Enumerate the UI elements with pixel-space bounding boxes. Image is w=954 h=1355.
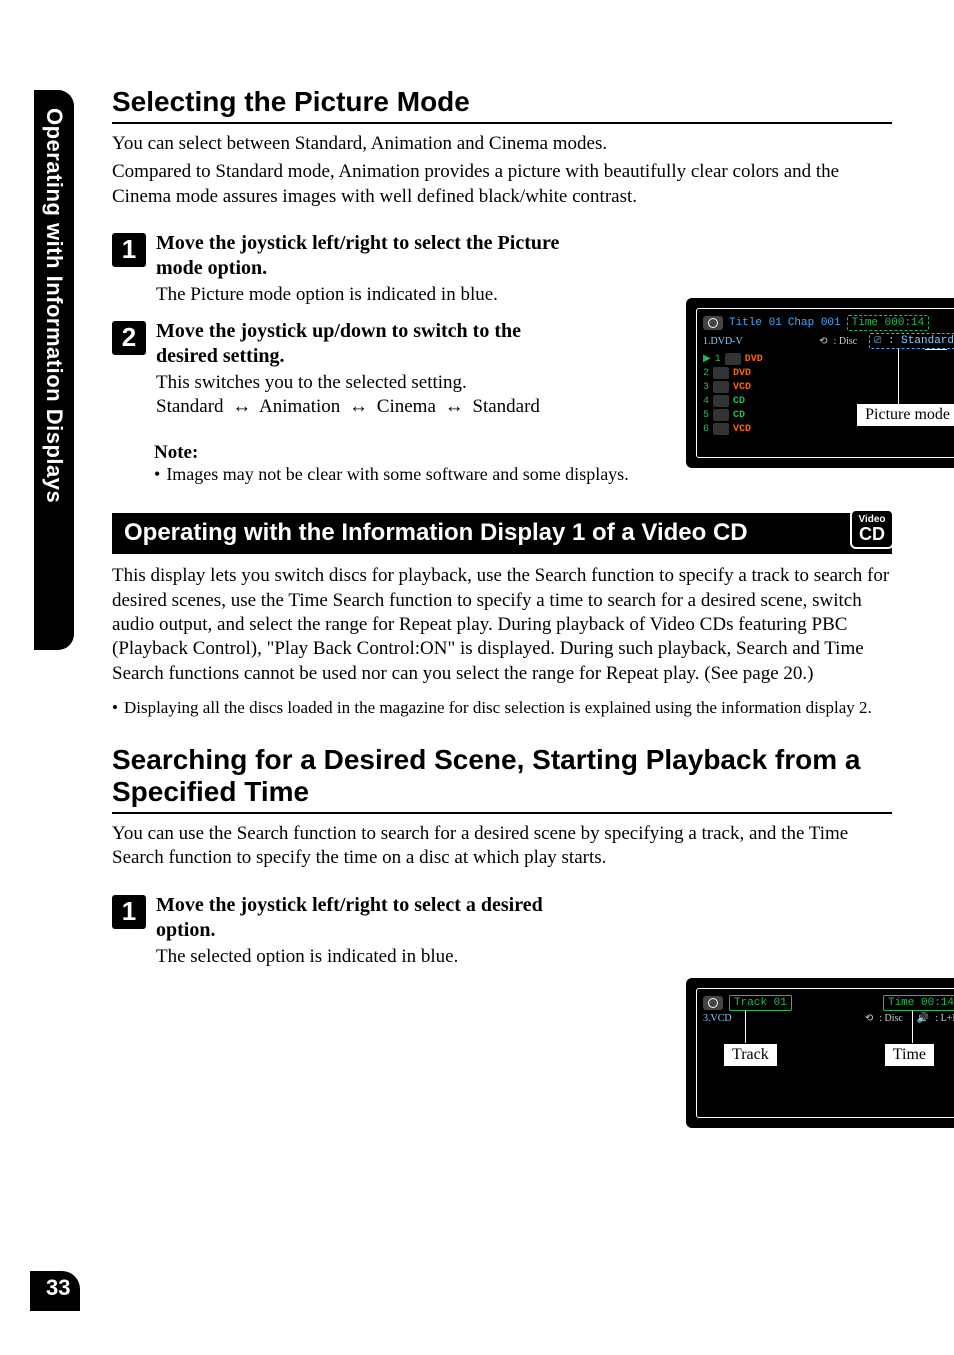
- step-1: 1 Move the joystick left/right to select…: [112, 231, 572, 307]
- fig2-track: Track 01: [729, 995, 792, 1011]
- disc-mini-icon: [713, 423, 729, 435]
- figure-picture-mode-screen: Title 01 Chap 001 Time 000:14 1.DVD-V ⟲ …: [686, 298, 954, 488]
- badge-line-2: CD: [859, 525, 885, 543]
- disc-mini-icon: [713, 409, 729, 421]
- step-1-number: 1: [112, 233, 146, 267]
- step-2-number: 2: [112, 321, 146, 355]
- cycle-cinema: Cinema: [377, 396, 436, 417]
- fig1-repeat: : Disc: [834, 336, 858, 347]
- disc-mini-icon: [725, 353, 741, 365]
- callout-line: [912, 1011, 913, 1045]
- arrow-icon: ↔: [345, 396, 372, 418]
- fig1-time: Time 000:14: [847, 315, 930, 331]
- fig2-audio: : L+R: [935, 1013, 954, 1024]
- intro-line-1: You can select between Standard, Animati…: [112, 132, 892, 156]
- step-b1-number: 1: [112, 895, 146, 929]
- section-bar-vcd: Operating with the Information Display 1…: [112, 513, 892, 554]
- fig1-mode: ⎚ : Standard: [869, 333, 954, 349]
- fig1-chap: Chap 001: [788, 317, 841, 329]
- step-2-cycle: Standard ↔ Animation ↔ Cinema ↔ Standard: [156, 396, 572, 418]
- repeat-icon: ⟲: [819, 336, 827, 347]
- fig2-time: Time 00:14: [883, 995, 954, 1011]
- heading-search: Searching for a Desired Scene, Starting …: [112, 744, 892, 814]
- callout-line: [898, 349, 899, 405]
- search-paragraph: You can use the Search function to searc…: [112, 822, 892, 871]
- fig2-repeat: : Disc: [879, 1013, 903, 1024]
- page-number: 33: [30, 1271, 80, 1311]
- heading-picture-mode: Selecting the Picture Mode: [112, 86, 892, 124]
- callout-line: [925, 349, 947, 350]
- step-b1-title: Move the joystick left/right to select a…: [156, 893, 572, 943]
- vcd-paragraph: This display lets you switch discs for p…: [112, 564, 892, 686]
- disc-mini-icon: [713, 395, 729, 407]
- figure-vcd-screen: Track 01 Time 00:14 3.VCD ⟲ : Disc 🔊 : L…: [686, 978, 954, 1158]
- disc-mini-icon: [713, 367, 729, 379]
- disc-icon: [703, 996, 723, 1010]
- step-2-title: Move the joystick up/down to switch to t…: [156, 319, 572, 369]
- callout-line: [745, 1011, 746, 1045]
- step-2: 2 Move the joystick up/down to switch to…: [112, 319, 572, 419]
- fig1-callout: Picture mode: [856, 403, 954, 427]
- audio-icon: 🔊: [917, 1013, 929, 1024]
- fig2-disc: 3.VCD: [703, 1013, 732, 1024]
- repeat-icon: ⟲: [865, 1013, 873, 1024]
- step-2-text: This switches you to the selected settin…: [156, 371, 572, 395]
- step-1-text: The Picture mode option is indicated in …: [156, 283, 572, 307]
- fig1-title: Title 01: [729, 317, 782, 329]
- disc-icon: [703, 316, 723, 330]
- step-b1-text: The selected option is indicated in blue…: [156, 945, 572, 969]
- arrow-icon: ↔: [441, 396, 468, 418]
- fig1-disc: 1.DVD-V: [703, 336, 743, 347]
- step-1-title: Move the joystick left/right to select t…: [156, 231, 572, 281]
- fig2-callout-time: Time: [884, 1043, 935, 1067]
- step-b1: 1 Move the joystick left/right to select…: [112, 893, 572, 969]
- arrow-icon: ↔: [228, 396, 255, 418]
- fig2-callout-track: Track: [723, 1043, 778, 1067]
- vcd-sub-bullet: Displaying all the discs loaded in the m…: [112, 698, 892, 718]
- intro-line-2: Compared to Standard mode, Animation pro…: [112, 160, 892, 209]
- play-icon: ▶: [703, 353, 711, 365]
- cycle-standard-1: Standard: [156, 396, 224, 417]
- disc-mini-icon: [713, 381, 729, 393]
- cycle-animation: Animation: [259, 396, 340, 417]
- cycle-standard-2: Standard: [472, 396, 540, 417]
- section-bar-label: Operating with the Information Display 1…: [124, 519, 748, 546]
- side-tab: Operating with Information Displays: [34, 90, 74, 650]
- video-cd-badge: Video CD: [850, 509, 894, 549]
